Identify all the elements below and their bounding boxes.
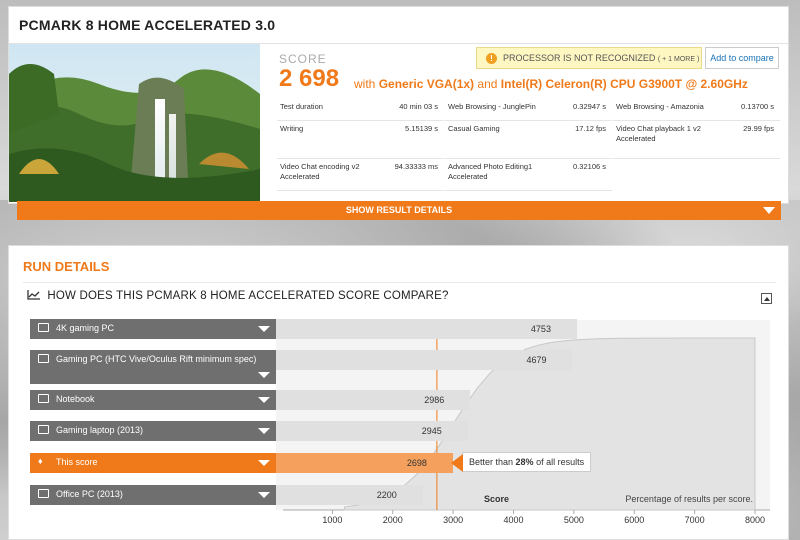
row-label-text: Gaming laptop (2013): [56, 425, 144, 435]
score-bar: 2200: [276, 485, 423, 505]
device-icon: [38, 394, 49, 403]
row-label-dropdown[interactable]: Gaming laptop (2013): [30, 421, 276, 441]
row-label-text: Office PC (2013): [56, 489, 123, 499]
x-tick-label: 2000: [383, 515, 403, 525]
x-tick-label: 1000: [322, 515, 342, 525]
row-label-dropdown[interactable]: Gaming PC (HTC Vive/Oculus Rift minimum …: [30, 350, 276, 384]
row-label-text: Notebook: [56, 394, 95, 404]
better-than-tooltip: Better than 28% of all results: [450, 452, 592, 472]
device-icon: [38, 425, 49, 434]
device-icon: [38, 323, 49, 332]
device-icon: [38, 489, 49, 498]
tooltip-suffix: of all results: [536, 457, 585, 467]
x-tick-label: 7000: [685, 515, 705, 525]
row-label-dropdown[interactable]: ♦ This score: [30, 453, 276, 473]
chevron-down-icon[interactable]: [258, 460, 270, 466]
chevron-down-icon[interactable]: [258, 397, 270, 403]
device-icon: [38, 354, 49, 363]
chevron-down-icon[interactable]: [258, 326, 270, 332]
x-tick-label: 4000: [503, 515, 523, 525]
bar-value: 2945: [421, 426, 442, 436]
x-tick-label: 6000: [624, 515, 644, 525]
score-bar: 2945: [276, 421, 468, 441]
y-axis-label: Percentage of results per score.: [625, 494, 753, 504]
bar-value: 2986: [424, 395, 445, 405]
tooltip-prefix: Better than: [469, 457, 514, 467]
bar-value: 2698: [406, 458, 427, 468]
score-bar: 2986: [276, 390, 471, 410]
chevron-down-icon[interactable]: [258, 428, 270, 434]
row-label-text: This score: [56, 457, 98, 467]
row-label-text: Gaming PC (HTC Vive/Oculus Rift minimum …: [56, 354, 257, 364]
chevron-down-icon[interactable]: [258, 372, 270, 378]
trophy-icon: ♦: [38, 456, 43, 466]
x-tick-label: 3000: [443, 515, 463, 525]
score-comparison-chart: 1000 2000 3000 4000 5000 6000 7000 8000 Score P…: [0, 0, 800, 540]
bar-value: 2200: [376, 490, 397, 500]
score-bar: 4679: [276, 350, 573, 370]
x-tick-label: 5000: [564, 515, 584, 525]
x-tick-label: 8000: [745, 515, 765, 525]
x-axis-label: Score: [484, 494, 509, 504]
chevron-down-icon[interactable]: [258, 492, 270, 498]
row-label-text: 4K gaming PC: [56, 323, 115, 333]
tooltip-percent: 28%: [515, 457, 534, 467]
score-bar: 4753: [276, 319, 577, 339]
bar-value: 4753: [530, 324, 551, 334]
score-bar: 2698: [276, 453, 453, 473]
row-label-dropdown[interactable]: 4K gaming PC: [30, 319, 276, 339]
row-label-dropdown[interactable]: Notebook: [30, 390, 276, 410]
bar-value: 4679: [526, 355, 547, 365]
row-label-dropdown[interactable]: Office PC (2013): [30, 485, 276, 505]
